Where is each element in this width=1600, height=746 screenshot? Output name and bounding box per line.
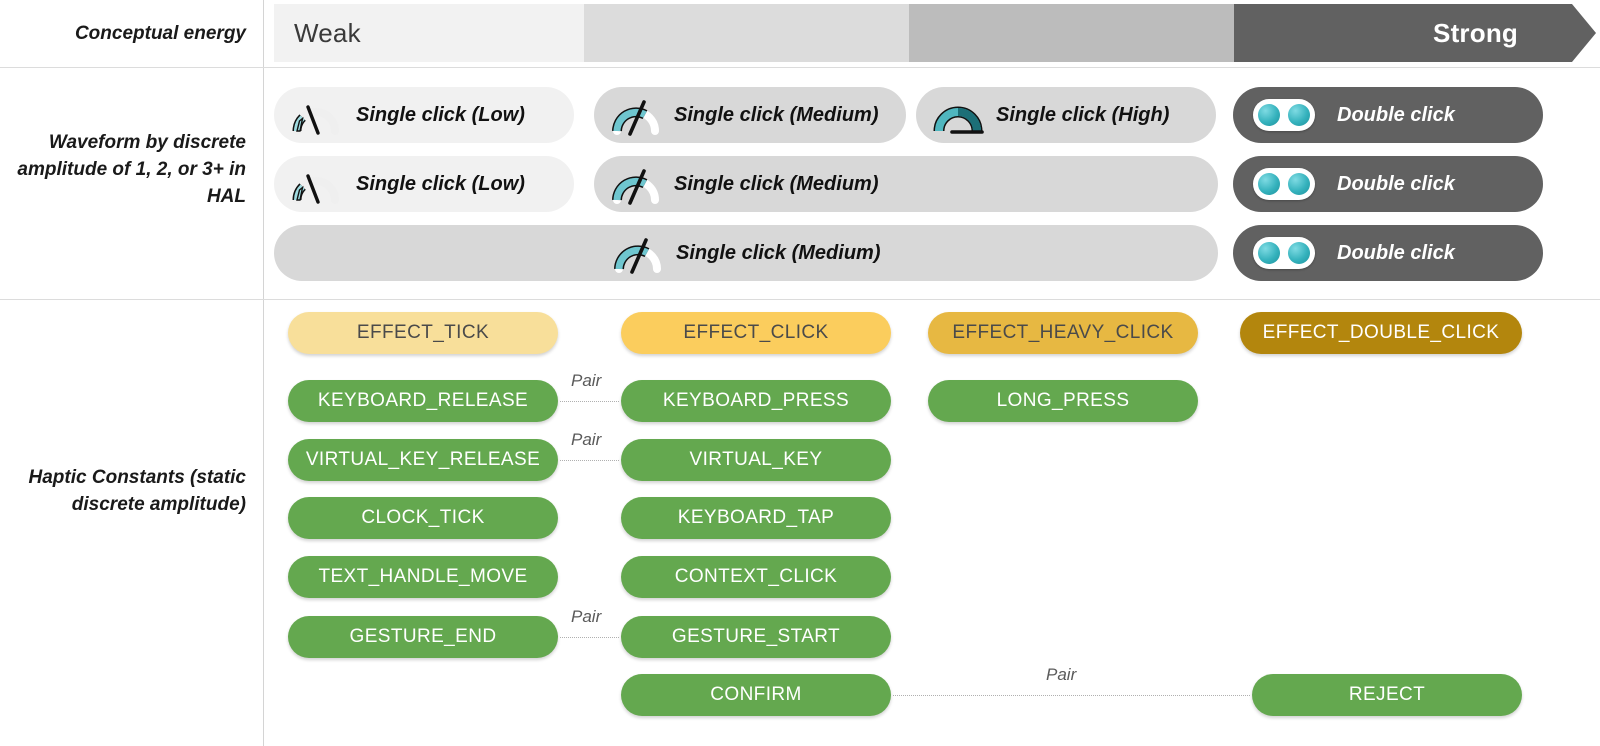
haptic-pill-context-click[interactable]: CONTEXT_CLICK — [621, 556, 891, 598]
row-label-waveform: Waveform by discrete amplitude of 1, 2, … — [17, 132, 246, 207]
waveform-pill-label: Single click (Medium) — [676, 241, 881, 264]
waveform-pill-double-click-1[interactable]: Double click — [1233, 87, 1543, 143]
pair-label-gesture: Pair — [571, 607, 602, 626]
haptic-pill-clock-tick[interactable]: CLOCK_TICK — [288, 497, 558, 539]
waveform-pill-label: Double click — [1337, 241, 1455, 264]
toggle-dot-left — [1258, 104, 1280, 126]
energy-segment-3 — [909, 4, 1257, 62]
energy-segment-4 — [1234, 4, 1596, 62]
haptic-pill-virtual-key-release[interactable]: VIRTUAL_KEY_RELEASE — [288, 439, 558, 481]
waveform-pill-label: Single click (High) — [996, 103, 1170, 126]
energy-weak-label: Weak — [294, 17, 361, 48]
gauge-low-icon — [288, 162, 344, 206]
waveform-pill-single-click-medium-2[interactable]: Single click (Medium) — [594, 156, 1218, 212]
double-click-toggle-icon — [1253, 99, 1315, 131]
pair-label-virtual-key: Pair — [571, 430, 602, 449]
haptic-pill-gesture-start[interactable]: GESTURE_START — [621, 616, 891, 658]
row-label-conceptual-energy: Conceptual energy — [74, 23, 246, 44]
effect-pill-effect-double-click[interactable]: EFFECT_DOUBLE_CLICK — [1240, 312, 1522, 354]
gauge-low-icon — [288, 93, 344, 137]
haptic-pill-gesture-end[interactable]: GESTURE_END — [288, 616, 558, 658]
pair-connector-confirm-reject — [893, 695, 1250, 696]
haptic-pill-long-press[interactable]: LONG_PRESS — [928, 380, 1198, 422]
waveform-pill-single-click-low-2[interactable]: Single click (Low) — [274, 156, 574, 212]
energy-segment-2 — [584, 4, 932, 62]
haptics-taxonomy-chart: Conceptual energy Weak Strong Waveform b… — [0, 0, 1600, 746]
energy-strong-label: Strong — [1433, 17, 1518, 48]
waveform-pill-label: Single click (Low) — [356, 103, 525, 126]
divider-energy-waveform — [0, 67, 1600, 68]
waveform-pill-single-click-medium-1[interactable]: Single click (Medium) — [594, 87, 906, 143]
double-click-toggle-icon — [1253, 168, 1315, 200]
gauge-medium-icon — [608, 162, 664, 206]
divider-vertical-constants — [263, 300, 264, 746]
waveform-pill-label: Double click — [1337, 172, 1455, 195]
waveform-pill-label: Single click (Low) — [356, 172, 525, 195]
energy-gradient-bar: Weak Strong — [274, 4, 1596, 62]
pair-connector-virtual-key — [560, 460, 619, 461]
waveform-pill-single-click-high-1[interactable]: Single click (High) — [916, 87, 1216, 143]
gauge-high-icon — [930, 93, 986, 137]
toggle-dot-right — [1288, 104, 1310, 126]
divider-vertical-waveform — [263, 68, 264, 299]
haptic-pill-confirm[interactable]: CONFIRM — [621, 674, 891, 716]
effect-pill-effect-tick[interactable]: EFFECT_TICK — [288, 312, 558, 354]
toggle-dot-left — [1258, 242, 1280, 264]
haptic-pill-keyboard-tap[interactable]: KEYBOARD_TAP — [621, 497, 891, 539]
effect-pill-effect-heavy-click[interactable]: EFFECT_HEAVY_CLICK — [928, 312, 1198, 354]
waveform-pill-single-click-medium-3[interactable]: Single click (Medium) — [274, 225, 1218, 281]
pair-label-keyboard: Pair — [571, 371, 602, 390]
double-click-toggle-icon — [1253, 237, 1315, 269]
waveform-pill-single-click-low-1[interactable]: Single click (Low) — [274, 87, 574, 143]
energy-chevrons-svg — [274, 4, 1596, 62]
row-label-haptic-constants: Haptic Constants (static discrete amplit… — [28, 467, 246, 515]
waveform-pill-label: Single click (Medium) — [674, 103, 879, 126]
haptic-pill-keyboard-press[interactable]: KEYBOARD_PRESS — [621, 380, 891, 422]
pair-label-confirm-reject: Pair — [1046, 665, 1077, 684]
pair-connector-gesture — [560, 637, 619, 638]
toggle-dot-right — [1288, 242, 1310, 264]
divider-waveform-constants — [0, 299, 1600, 300]
waveform-pill-label: Double click — [1337, 103, 1455, 126]
haptic-pill-keyboard-release[interactable]: KEYBOARD_RELEASE — [288, 380, 558, 422]
haptic-pill-text-handle-move[interactable]: TEXT_HANDLE_MOVE — [288, 556, 558, 598]
divider-vertical-energy — [263, 0, 264, 67]
haptic-pill-virtual-key[interactable]: VIRTUAL_KEY — [621, 439, 891, 481]
toggle-dot-right — [1288, 173, 1310, 195]
waveform-pill-double-click-3[interactable]: Double click — [1233, 225, 1543, 281]
waveform-pill-double-click-2[interactable]: Double click — [1233, 156, 1543, 212]
pair-connector-keyboard — [560, 401, 619, 402]
gauge-medium-icon — [608, 93, 664, 137]
gauge-medium-icon — [610, 231, 666, 275]
haptic-pill-reject[interactable]: REJECT — [1252, 674, 1522, 716]
effect-pill-effect-click[interactable]: EFFECT_CLICK — [621, 312, 891, 354]
toggle-dot-left — [1258, 173, 1280, 195]
waveform-pill-label: Single click (Medium) — [674, 172, 879, 195]
